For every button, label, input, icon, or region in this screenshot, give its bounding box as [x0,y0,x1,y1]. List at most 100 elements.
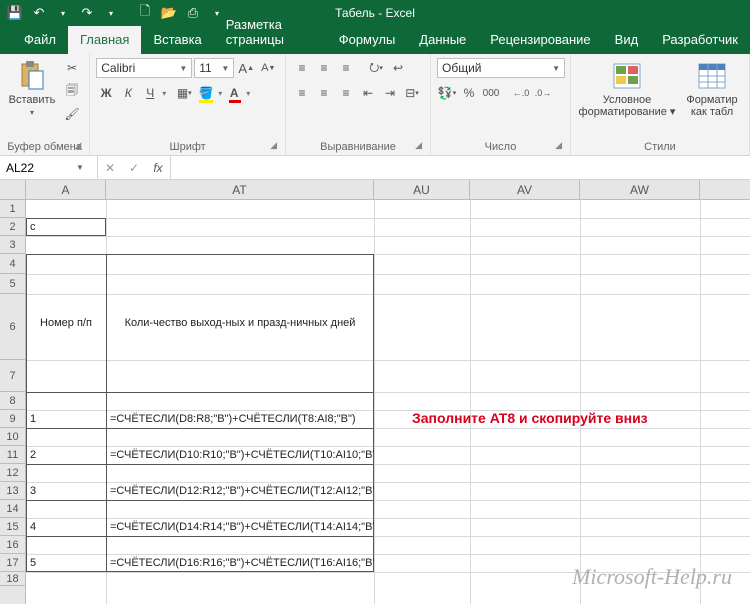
copy-icon[interactable]: 🗐 [62,81,82,101]
cell-AT17[interactable]: =СЧЁТЕСЛИ(D16:R16;"В")+СЧЁТЕСЛИ(T16:AI16… [106,554,374,572]
tab-insert[interactable]: Вставка [141,26,213,54]
number-format-combo[interactable]: Общий▼ [437,58,565,78]
grow-font-icon[interactable]: A▲ [236,58,256,78]
undo-icon[interactable]: ↶ [28,2,50,24]
save-icon[interactable]: 💾 [4,2,26,24]
tab-data[interactable]: Данные [407,26,478,54]
cell-A-header[interactable]: Номер п/п [26,254,106,392]
font-size-combo[interactable]: 11▼ [194,58,234,78]
cut-icon[interactable]: ✂ [62,58,82,78]
cell-AT9[interactable]: =СЧЁТЕСЛИ(D8:R8;"В")+СЧЁТЕСЛИ(T8:AI8;"В"… [106,410,374,428]
cells-area[interactable]: с Номер п/п Коли-чество выход-ных и праз… [26,200,750,604]
enter-icon[interactable]: ✓ [122,161,146,175]
accounting-icon[interactable]: 💱▾ [437,83,457,103]
paste-button[interactable]: Вставить ▾ [6,58,58,117]
col-header-A[interactable]: A [26,180,106,199]
cell-AT15[interactable]: =СЧЁТЕСЛИ(D14:R14;"В")+СЧЁТЕСЛИ(T14:AI14… [106,518,374,536]
row-header[interactable]: 18 [0,572,25,586]
col-header-AT[interactable]: AT [106,180,374,199]
format-as-table-button[interactable]: Форматир как табл [681,58,743,118]
row-header[interactable]: 7 [0,360,25,392]
chevron-down-icon[interactable]: ▼ [72,163,88,172]
percent-icon[interactable]: % [459,83,479,103]
decrease-decimal-icon[interactable]: .0→ [533,83,553,103]
formula-input[interactable] [171,156,750,179]
borders-icon[interactable]: ▦▾ [174,83,194,103]
row-header[interactable]: 11 [0,446,25,464]
increase-indent-icon[interactable]: ⇥ [380,83,400,103]
open-icon[interactable]: 📂 [158,2,180,24]
col-header-AU[interactable]: AU [374,180,470,199]
align-left-icon[interactable]: ≡ [292,83,312,103]
conditional-formatting-button[interactable]: Условное форматирование ▾ [577,58,677,118]
name-box[interactable]: ▼ [0,156,98,179]
name-box-input[interactable] [2,161,72,175]
row-header[interactable]: 12 [0,464,25,482]
cell-A2[interactable]: с [26,218,106,236]
row-header[interactable]: 6 [0,294,25,360]
cell-A17[interactable]: 5 [26,554,106,572]
wrap-text-icon[interactable]: ↩ [388,58,408,78]
align-bottom-icon[interactable]: ≡ [336,58,356,78]
tab-home[interactable]: Главная [68,26,141,54]
align-right-icon[interactable]: ≡ [336,83,356,103]
dialog-launcher-icon[interactable]: ◢ [74,140,81,151]
row-header[interactable]: 8 [0,392,25,410]
col-header-AV[interactable]: AV [470,180,580,199]
format-painter-icon[interactable]: 🖌 [62,104,82,124]
fx-icon[interactable]: fx [146,161,170,175]
tab-view[interactable]: Вид [603,26,651,54]
undo-dropdown-icon[interactable]: ▾ [52,2,74,24]
align-center-icon[interactable]: ≡ [314,83,334,103]
row-header[interactable]: 9 [0,410,25,428]
row-header[interactable]: 1 [0,200,25,218]
italic-button[interactable]: К [118,83,138,103]
tab-review[interactable]: Рецензирование [478,26,602,54]
styles-group-label: Стили [644,141,676,153]
row-header[interactable]: 10 [0,428,25,446]
row-header[interactable]: 4 [0,254,25,274]
row-header[interactable]: 5 [0,274,25,294]
new-icon[interactable]: 🗋 [134,2,156,24]
shrink-font-icon[interactable]: A▼ [258,58,278,78]
merge-icon[interactable]: ⊟▾ [402,83,422,103]
cell-AT13[interactable]: =СЧЁТЕСЛИ(D12:R12;"В")+СЧЁТЕСЛИ(T12:AI12… [106,482,374,500]
redo-icon[interactable]: ↷ [76,2,98,24]
quickprint-icon[interactable]: ⎙ [182,2,204,24]
align-top-icon[interactable]: ≡ [292,58,312,78]
underline-button[interactable]: Ч [140,83,160,103]
row-header[interactable]: 3 [0,236,25,254]
cell-A15[interactable]: 4 [26,518,106,536]
decrease-indent-icon[interactable]: ⇤ [358,83,378,103]
row-header[interactable]: 2 [0,218,25,236]
font-name-combo[interactable]: Calibri▼ [96,58,192,78]
row-header[interactable]: 16 [0,536,25,554]
fill-color-icon[interactable]: 🪣 [196,83,216,103]
cell-AT-header[interactable]: Коли-чество выход-ных и празд-ничных дне… [106,254,374,392]
redo-dropdown-icon[interactable]: ▾ [100,2,122,24]
cell-A13[interactable]: 3 [26,482,106,500]
cell-A9[interactable]: 1 [26,410,106,428]
increase-decimal-icon[interactable]: ←.0 [511,83,531,103]
cell-AT11[interactable]: =СЧЁТЕСЛИ(D10:R10;"В")+СЧЁТЕСЛИ(T10:AI10… [106,446,374,464]
bold-button[interactable]: Ж [96,83,116,103]
dialog-launcher-icon[interactable]: ◢ [415,140,422,151]
comma-icon[interactable]: 000 [481,83,501,103]
tab-formulas[interactable]: Формулы [327,26,408,54]
col-header-AW[interactable]: AW [580,180,700,199]
font-color-icon[interactable]: A [224,83,244,103]
align-middle-icon[interactable]: ≡ [314,58,334,78]
select-all-corner[interactable] [0,180,26,199]
tab-layout[interactable]: Разметка страницы [214,11,327,54]
row-header[interactable]: 14 [0,500,25,518]
tab-developer[interactable]: Разработчик [650,26,750,54]
dialog-launcher-icon[interactable]: ◢ [555,140,562,151]
row-header[interactable]: 17 [0,554,25,572]
cell-A11[interactable]: 2 [26,446,106,464]
row-header[interactable]: 13 [0,482,25,500]
tab-file[interactable]: Файл [12,26,68,54]
cancel-icon[interactable]: ✕ [98,161,122,175]
row-header[interactable]: 15 [0,518,25,536]
orientation-icon[interactable]: ⭮▾ [366,58,386,78]
dialog-launcher-icon[interactable]: ◢ [270,140,277,151]
